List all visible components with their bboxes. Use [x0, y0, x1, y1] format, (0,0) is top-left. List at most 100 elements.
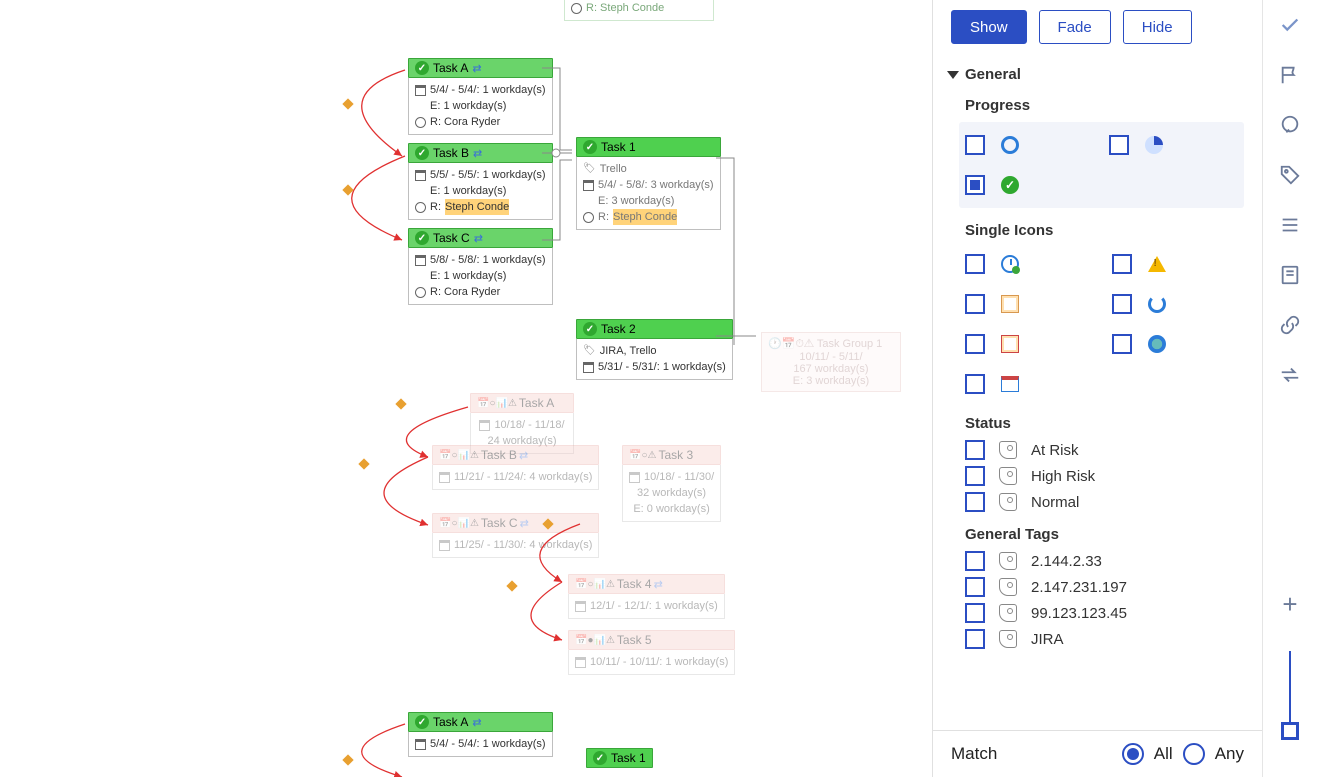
task-node-1b[interactable]: ✓Task 1 — [586, 748, 653, 768]
tag-row[interactable]: 2.144.2.33 — [965, 551, 1244, 571]
task-node-faded-5[interactable]: 📅●📊⚠Task 5 10/11/ - 10/11/: 1 workday(s) — [568, 630, 735, 675]
match-any-label: Any — [1215, 744, 1244, 764]
check-icon: ✓ — [415, 146, 429, 160]
task-resource: R: Cora Ryder — [430, 114, 500, 130]
icon-checkbox-graph[interactable] — [965, 334, 985, 354]
status-row-atrisk[interactable]: At Risk — [965, 440, 1244, 460]
flag-tool-icon[interactable] — [1277, 62, 1303, 88]
icon-checkbox-globe[interactable] — [1112, 334, 1132, 354]
calendar-icon — [629, 472, 640, 483]
chat-tool-icon[interactable] — [1277, 112, 1303, 138]
anchor-icon — [358, 458, 369, 469]
match-all-radio[interactable] — [1122, 743, 1144, 765]
match-row: Match All Any — [933, 730, 1262, 777]
task-title: Task B — [481, 448, 517, 462]
task-node-a2[interactable]: ✓Task A ⇄ 5/4/ - 5/4/: 1 workday(s) — [408, 712, 553, 757]
tag-checkbox[interactable] — [965, 551, 985, 571]
task-title: Task C — [433, 231, 470, 245]
status-row-highrisk[interactable]: High Risk — [965, 466, 1244, 486]
tag-checkbox[interactable] — [965, 603, 985, 623]
tag-checkbox[interactable] — [965, 577, 985, 597]
task-title: Task 2 — [601, 322, 636, 336]
tag-icon — [999, 441, 1017, 459]
task-node-2[interactable]: ✓Task 2 🏷JIRA, Trello 5/31/ - 5/31/: 1 w… — [576, 319, 733, 380]
sync-icon: ⇄ — [519, 449, 528, 462]
check-icon: ✓ — [583, 140, 597, 154]
tag-label: JIRA — [1031, 631, 1064, 648]
progress-empty-icon — [1001, 136, 1019, 154]
fade-button[interactable]: Fade — [1039, 10, 1111, 44]
task-dates: 11/21/ - 11/24/: 4 workday(s) — [454, 469, 592, 485]
hide-button[interactable]: Hide — [1123, 10, 1192, 44]
icon-checkbox-timer[interactable] — [1112, 294, 1132, 314]
tag-tool-icon[interactable] — [1277, 162, 1303, 188]
match-label: Match — [951, 744, 997, 764]
progress-checkbox-empty[interactable] — [965, 135, 985, 155]
sync-icon: ⇄ — [474, 232, 483, 245]
calendar-icon — [415, 170, 426, 181]
task-node-c[interactable]: ✓Task C ⇄ 5/8/ - 5/8/: 1 workday(s) E: 1… — [408, 228, 553, 305]
tag-row[interactable]: 2.147.231.197 — [965, 577, 1244, 597]
tags-heading: General Tags — [965, 526, 1244, 543]
task-tags: Trello — [600, 161, 627, 177]
tag-label: 2.144.2.33 — [1031, 553, 1102, 570]
task-dates: 10/11/ - 10/11/: 1 workday(s) — [590, 654, 728, 670]
task-dates: 5/4/ - 5/4/: 1 workday(s) — [430, 736, 546, 752]
link-tool-icon[interactable] — [1277, 312, 1303, 338]
filter-scroll-area[interactable]: General Progress ✓ Single Icons St — [933, 58, 1262, 730]
task-dates: 11/25/ - 11/30/: 4 workday(s) — [454, 537, 592, 553]
globe-icon — [1148, 335, 1166, 353]
single-icons-heading: Single Icons — [965, 222, 1244, 239]
icon-checkbox-clock[interactable] — [965, 254, 985, 274]
calendar-icon — [479, 420, 490, 431]
task-dates: 5/8/ - 5/8/: 1 workday(s) — [430, 252, 546, 268]
task-node-b[interactable]: ✓Task B ⇄ 5/5/ - 5/5/: 1 workday(s) E: 1… — [408, 143, 553, 220]
section-general[interactable]: General — [947, 66, 1244, 83]
note-tool-icon[interactable] — [1277, 262, 1303, 288]
zoom-in-button[interactable]: + — [1277, 591, 1303, 617]
task-node-faded-c[interactable]: 📅○📊⚠Task C ⇄ 11/25/ - 11/30/: 4 workday(… — [432, 513, 599, 558]
tag-row[interactable]: 99.123.123.45 — [965, 603, 1244, 623]
show-button[interactable]: Show — [951, 10, 1027, 44]
task-node-faded-b[interactable]: 📅○📊⚠Task B ⇄ 11/21/ - 11/24/: 4 workday(… — [432, 445, 599, 490]
group-effort: E: 3 workday(s) — [768, 375, 894, 387]
person-icon — [571, 3, 582, 14]
date-icon — [1001, 376, 1019, 392]
task-node-1[interactable]: ✓Task 1 🏷Trello 5/4/ - 5/8/: 3 workday(s… — [576, 137, 721, 230]
status-checkbox[interactable] — [965, 492, 985, 512]
chart-icon — [1001, 295, 1019, 313]
status-checkbox[interactable] — [965, 440, 985, 460]
task-group-node[interactable]: 🕐📅⏱⚠Task Group 1 10/11/ - 5/11/ 167 work… — [761, 332, 901, 392]
task-node-a[interactable]: ✓Task A ⇄ 5/4/ - 5/4/: 1 workday(s) E: 1… — [408, 58, 553, 135]
transfer-tool-icon[interactable] — [1277, 362, 1303, 388]
tag-label: 99.123.123.45 — [1031, 605, 1127, 622]
zoom-slider[interactable] — [1289, 651, 1291, 735]
anchor-icon — [506, 580, 517, 591]
status-heading: Status — [965, 415, 1244, 432]
diagram-canvas[interactable]: R: Steph Conde ✓Task A ⇄ 5/4/ - 5/4/: 1 … — [0, 0, 933, 777]
task-dates: 5/4/ - 5/4/: 1 workday(s) — [430, 82, 546, 98]
tag-icon — [999, 578, 1017, 596]
task-node-faded-4[interactable]: 📅○📊⚠Task 4 ⇄ 12/1/ - 12/1/: 1 workday(s) — [568, 574, 725, 619]
list-tool-icon[interactable] — [1277, 212, 1303, 238]
anchor-icon — [342, 98, 353, 109]
task-resource: R: — [598, 209, 609, 225]
tag-icon — [999, 630, 1017, 648]
icon-checkbox-date[interactable] — [965, 374, 985, 394]
zoom-slider-thumb[interactable] — [1281, 722, 1299, 740]
tag-checkbox[interactable] — [965, 629, 985, 649]
status-label: At Risk — [1031, 442, 1079, 459]
check-tool-icon[interactable] — [1277, 12, 1303, 38]
tag-row[interactable]: JIRA — [965, 629, 1244, 649]
progress-checkbox-partial[interactable] — [1109, 135, 1129, 155]
icon-checkbox-chart[interactable] — [965, 294, 985, 314]
progress-checkbox-full[interactable] — [965, 175, 985, 195]
check-icon: ✓ — [415, 231, 429, 245]
task-tags: JIRA, Trello — [600, 343, 657, 359]
match-any-radio[interactable] — [1183, 743, 1205, 765]
task-node-faded-3[interactable]: 📅○⚠Task 3 10/18/ - 11/30/ 32 workday(s) … — [622, 445, 721, 522]
status-row-normal[interactable]: Normal — [965, 492, 1244, 512]
status-checkbox[interactable] — [965, 466, 985, 486]
icon-checkbox-warning[interactable] — [1112, 254, 1132, 274]
check-icon: ✓ — [583, 322, 597, 336]
